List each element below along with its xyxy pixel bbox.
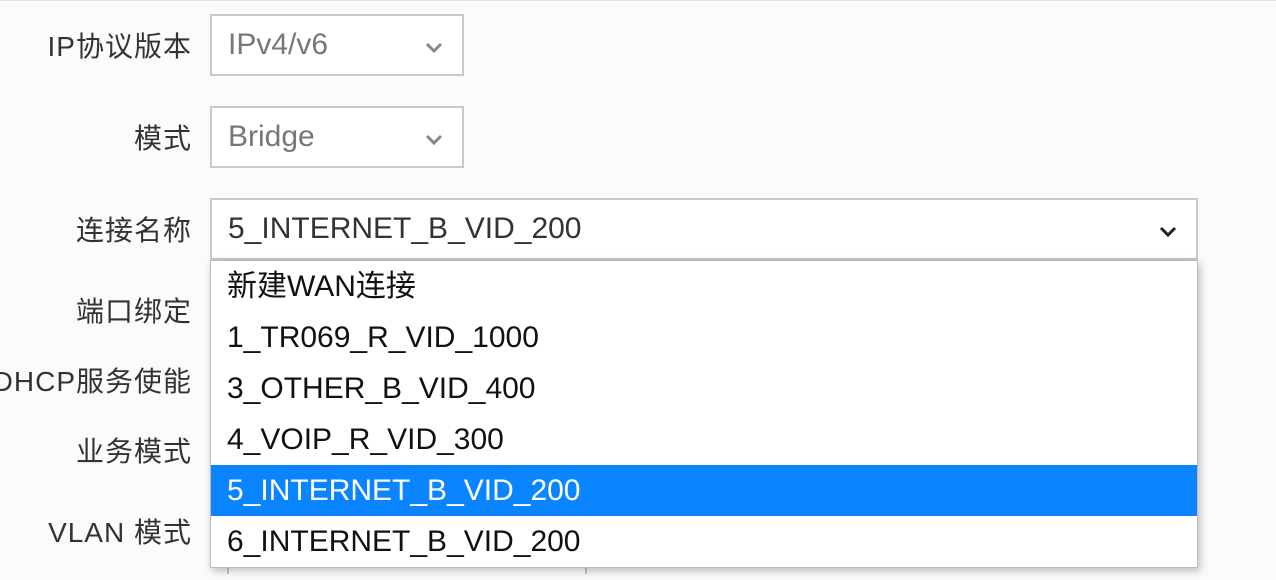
select-mode[interactable]: Bridge [210, 106, 464, 168]
dropdown-option-other[interactable]: 3_OTHER_B_VID_400 [211, 363, 1197, 414]
chevron-down-icon [422, 33, 446, 57]
chevron-down-icon [1156, 217, 1180, 241]
label-ip-protocol: IP协议版本 [0, 25, 210, 65]
dropdown-option-voip[interactable]: 4_VOIP_R_VID_300 [211, 414, 1197, 465]
select-connection-name-value: 5_INTERNET_B_VID_200 [228, 212, 582, 246]
dropdown-option-new-wan[interactable]: 新建WAN连接 [211, 261, 1197, 312]
chevron-down-icon [422, 125, 446, 149]
dropdown-connection-list[interactable]: 新建WAN连接 1_TR069_R_VID_1000 3_OTHER_B_VID… [210, 260, 1198, 568]
label-mode: 模式 [0, 117, 210, 157]
label-vlan-mode: VLAN 模式 [0, 511, 210, 551]
dropdown-option-internet6[interactable]: 6_INTERNET_B_VID_200 [211, 516, 1197, 567]
select-ip-protocol[interactable]: IPv4/v6 [210, 14, 464, 76]
label-business-mode: 业务模式 [0, 430, 210, 470]
label-port-binding: 端口绑定 [0, 290, 210, 330]
label-connection-name: 连接名称 [0, 209, 210, 249]
select-connection-name[interactable]: 5_INTERNET_B_VID_200 [210, 198, 1198, 260]
label-dhcp-enable: DHCP服务使能 [0, 360, 210, 400]
select-ip-protocol-value: IPv4/v6 [228, 28, 328, 62]
dropdown-option-tr069[interactable]: 1_TR069_R_VID_1000 [211, 312, 1197, 363]
select-mode-value: Bridge [228, 120, 315, 154]
top-divider [0, 0, 1276, 1]
dropdown-option-internet5[interactable]: 5_INTERNET_B_VID_200 [211, 465, 1197, 516]
